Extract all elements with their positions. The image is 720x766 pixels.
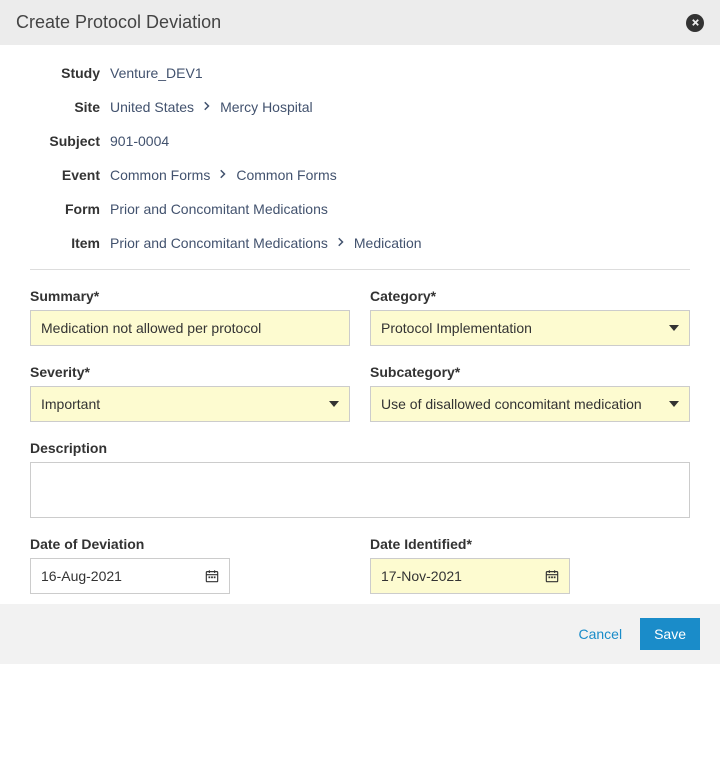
field-date-identified: Date Identified* 17-Nov-2021 <box>370 536 690 594</box>
summary-input[interactable]: Medication not allowed per protocol <box>30 310 350 346</box>
context-label: Form <box>30 201 100 217</box>
field-label: Summary* <box>30 288 350 304</box>
context-value: Venture_DEV1 <box>110 65 203 81</box>
save-button[interactable]: Save <box>640 618 700 650</box>
chevron-right-icon <box>220 169 226 182</box>
breadcrumb-part: Medication <box>354 235 422 251</box>
chevron-down-icon <box>669 401 679 407</box>
field-summary: Summary* Medication not allowed per prot… <box>30 288 350 346</box>
field-label: Category* <box>370 288 690 304</box>
chevron-down-icon <box>329 401 339 407</box>
field-label: Date of Deviation <box>30 536 350 552</box>
input-value: Medication not allowed per protocol <box>41 320 339 336</box>
form-grid: Summary* Medication not allowed per prot… <box>30 288 690 594</box>
calendar-icon <box>545 569 559 583</box>
close-icon[interactable] <box>686 14 704 32</box>
breadcrumb-part: Common Forms <box>110 167 210 183</box>
divider <box>30 269 690 270</box>
field-label: Subcategory* <box>370 364 690 380</box>
dialog-footer: Cancel Save <box>0 604 720 664</box>
chevron-right-icon <box>338 237 344 250</box>
select-value: Important <box>41 396 321 412</box>
context-label: Study <box>30 65 100 81</box>
select-value: Protocol Implementation <box>381 320 661 336</box>
date-identified-input[interactable]: 17-Nov-2021 <box>370 558 570 594</box>
calendar-icon <box>205 569 219 583</box>
field-category: Category* Protocol Implementation <box>370 288 690 346</box>
chevron-down-icon <box>669 325 679 331</box>
field-subcategory: Subcategory* Use of disallowed concomita… <box>370 364 690 422</box>
context-value: United States Mercy Hospital <box>110 99 313 115</box>
field-label: Severity* <box>30 364 350 380</box>
input-value: 17-Nov-2021 <box>381 568 545 584</box>
context-label: Item <box>30 235 100 251</box>
dialog-title: Create Protocol Deviation <box>16 12 221 33</box>
breadcrumb-part: Prior and Concomitant Medications <box>110 235 328 251</box>
context-label: Event <box>30 167 100 183</box>
context-value: Common Forms Common Forms <box>110 167 337 183</box>
context-value: Prior and Concomitant Medications <box>110 201 328 217</box>
context-value: Prior and Concomitant Medications Medica… <box>110 235 422 251</box>
context-label: Site <box>30 99 100 115</box>
input-value: 16-Aug-2021 <box>41 568 205 584</box>
field-description: Description <box>30 440 690 518</box>
dialog-body: Study Venture_DEV1 Site United States Me… <box>0 45 720 604</box>
context-value: 901-0004 <box>110 133 169 149</box>
context-label: Subject <box>30 133 100 149</box>
field-label: Description <box>30 440 690 456</box>
cancel-button[interactable]: Cancel <box>578 626 622 642</box>
chevron-right-icon <box>204 101 210 114</box>
context-event: Event Common Forms Common Forms <box>30 167 690 183</box>
severity-select[interactable]: Important <box>30 386 350 422</box>
category-select[interactable]: Protocol Implementation <box>370 310 690 346</box>
context-site: Site United States Mercy Hospital <box>30 99 690 115</box>
dialog-header: Create Protocol Deviation <box>0 0 720 45</box>
breadcrumb-part: United States <box>110 99 194 115</box>
field-label: Date Identified* <box>370 536 690 552</box>
select-value: Use of disallowed concomitant medication <box>381 396 661 412</box>
breadcrumb-part: Mercy Hospital <box>220 99 313 115</box>
context-item: Item Prior and Concomitant Medications M… <box>30 235 690 251</box>
field-date-of-deviation: Date of Deviation 16-Aug-2021 <box>30 536 350 594</box>
breadcrumb-part: Common Forms <box>236 167 336 183</box>
description-textarea[interactable] <box>30 462 690 518</box>
context-form: Form Prior and Concomitant Medications <box>30 201 690 217</box>
field-severity: Severity* Important <box>30 364 350 422</box>
context-subject: Subject 901-0004 <box>30 133 690 149</box>
subcategory-select[interactable]: Use of disallowed concomitant medication <box>370 386 690 422</box>
context-study: Study Venture_DEV1 <box>30 65 690 81</box>
date-of-deviation-input[interactable]: 16-Aug-2021 <box>30 558 230 594</box>
